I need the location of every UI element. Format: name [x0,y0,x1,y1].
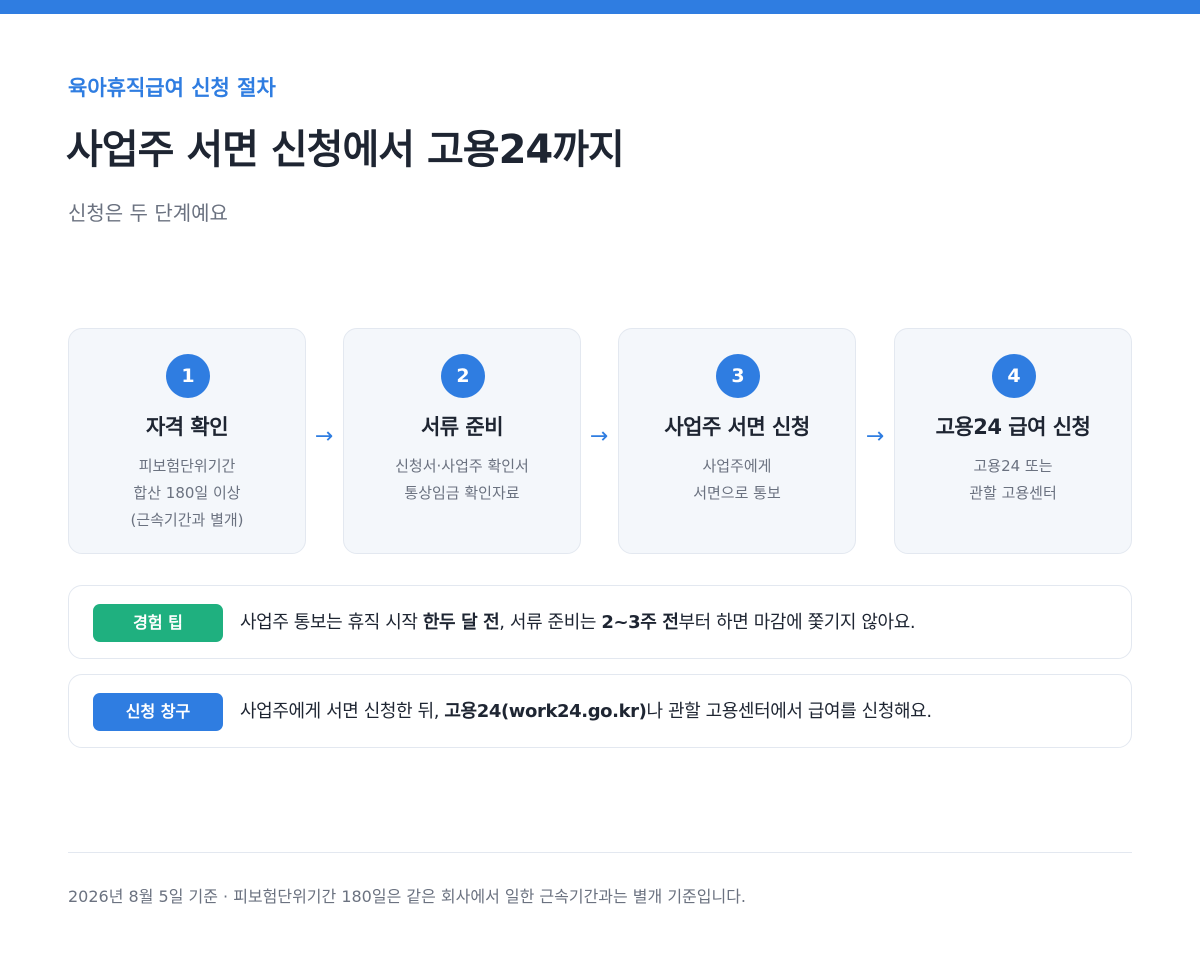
tip-text-part: 부터 하면 마감에 쫓기지 않아요. [678,612,916,633]
step-desc-line: 사업주에게 [702,457,772,475]
process-steps: 1 자격 확인 피보험단위기간 합산 180일 이상 (근속기간과 별개) → … [68,328,1132,554]
step-desc-line: 통상임금 확인자료 [404,484,520,502]
channel-badge: 신청 창구 [93,693,223,731]
arrow-right-icon: → [589,424,609,449]
channel-note: 신청 창구 사업주에게 서면 신청한 뒤, 고용24(work24.go.kr)… [68,674,1132,748]
tip-badge: 경험 팁 [93,604,223,642]
arrow-right-icon: → [865,424,885,449]
step-desc-line: 합산 180일 이상 [133,484,241,502]
top-accent-bar [0,0,1200,14]
step-description: 신청서·사업주 확인서 통상임금 확인자료 [344,453,580,507]
tip-text-part: 사업주 통보는 휴직 시작 [240,612,423,633]
step-desc-line: 피보험단위기간 [138,457,236,475]
step-description: 사업주에게 서면으로 통보 [619,453,855,507]
tip-text-part: , 서류 준비는 [499,612,602,633]
footer-note: 2026년 8월 5일 기준 · 피보험단위기간 180일은 같은 회사에서 일… [68,887,747,906]
channel-text-emphasis: 고용24(work24.go.kr) [444,701,647,722]
step-number-badge: 3 [716,354,760,398]
step-title: 자격 확인 [145,415,229,439]
footer-divider [68,852,1132,853]
step-desc-line: 고용24 또는 [973,457,1053,475]
tip-note: 경험 팁 사업주 통보는 휴직 시작 한두 달 전, 서류 준비는 2~3주 전… [68,585,1132,659]
tip-text: 사업주 통보는 휴직 시작 한두 달 전, 서류 준비는 2~3주 전부터 하면… [240,586,916,660]
page-subtitle: 신청은 두 단계예요 [68,201,228,225]
step-desc-line: 서면으로 통보 [693,484,781,502]
channel-text: 사업주에게 서면 신청한 뒤, 고용24(work24.go.kr)나 관할 고… [240,675,932,749]
channel-text-part: 나 관할 고용센터에서 급여를 신청해요. [646,701,932,722]
arrow-right-icon: → [314,424,334,449]
step-title: 사업주 서면 신청 [664,415,810,439]
step-number-badge: 4 [992,354,1036,398]
step-card-1: 1 자격 확인 피보험단위기간 합산 180일 이상 (근속기간과 별개) [68,328,306,554]
step-desc-line: 관할 고용센터 [969,484,1057,502]
step-number-badge: 2 [441,354,485,398]
eyebrow-label: 육아휴직급여 신청 절차 [68,76,276,100]
step-desc-line: (근속기간과 별개) [130,511,244,529]
page-title: 사업주 서면 신청에서 고용24까지 [66,127,625,173]
step-title: 서류 준비 [420,415,504,439]
channel-text-part: 사업주에게 서면 신청한 뒤, [240,701,445,722]
step-card-4: 4 고용24 급여 신청 고용24 또는 관할 고용센터 [894,328,1132,554]
tip-text-emphasis: 2~3주 전 [601,612,679,633]
step-number-badge: 1 [166,354,210,398]
step-description: 피보험단위기간 합산 180일 이상 (근속기간과 별개) [69,453,305,534]
step-title: 고용24 급여 신청 [935,415,1091,439]
step-card-2: 2 서류 준비 신청서·사업주 확인서 통상임금 확인자료 [343,328,581,554]
step-description: 고용24 또는 관할 고용센터 [895,453,1131,507]
tip-text-emphasis: 한두 달 전 [422,612,500,633]
step-card-3: 3 사업주 서면 신청 사업주에게 서면으로 통보 [618,328,856,554]
step-desc-line: 신청서·사업주 확인서 [395,457,529,475]
